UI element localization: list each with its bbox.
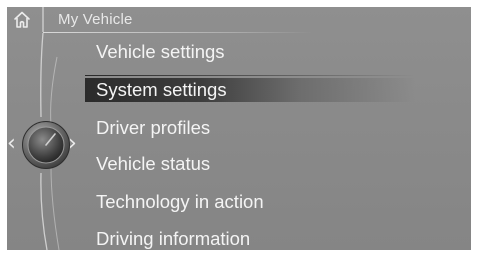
menu-item-vehicle-status[interactable]: Vehicle status [96,152,210,176]
menu-item-vehicle-settings[interactable]: Vehicle settings [96,40,225,64]
main-menu: Vehicle settings System settings Driver … [7,7,471,250]
menu-item-system-settings[interactable]: System settings [85,78,415,102]
menu-item-driving-information[interactable]: Driving information [96,227,250,250]
idrive-screen: My Vehicle ‹ › Vehicle settings System s… [7,7,471,250]
menu-item-driver-profiles[interactable]: Driver profiles [96,116,210,140]
menu-item-technology-in-action[interactable]: Technology in action [96,190,264,214]
selection-top-line [85,75,415,76]
